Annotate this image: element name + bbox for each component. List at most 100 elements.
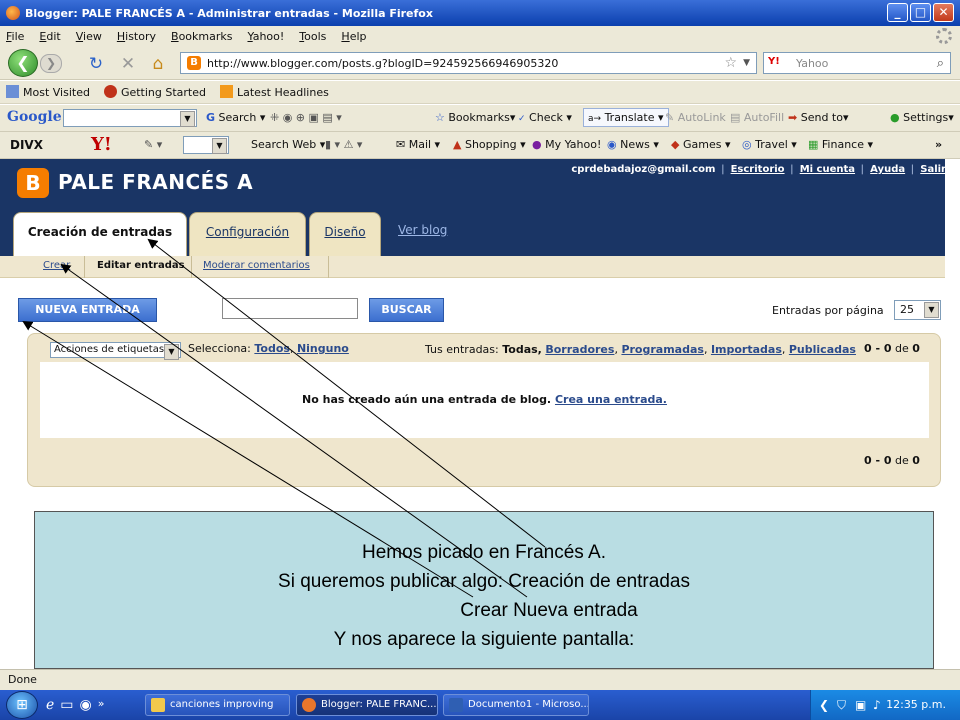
link-escritorio[interactable]: Escritorio bbox=[731, 164, 785, 175]
tray-network-icon[interactable]: ▣ bbox=[855, 698, 866, 712]
filter-publicadas[interactable]: Publicadas bbox=[789, 343, 856, 356]
forward-button[interactable]: ❯ bbox=[40, 54, 62, 73]
minimize-button[interactable]: _ bbox=[887, 3, 908, 22]
search-provider-icon[interactable]: Y! bbox=[768, 56, 792, 70]
url-text: http://www.blogger.com/posts.g?blogID=92… bbox=[207, 56, 559, 70]
google-autofill-button[interactable]: ▤ AutoFill bbox=[730, 111, 784, 124]
bookmark-most-visited[interactable]: Most Visited bbox=[6, 85, 90, 99]
stop-icon[interactable]: ✕ bbox=[118, 54, 138, 74]
subnav-editar-entradas[interactable]: Editar entradas bbox=[97, 260, 185, 271]
divx-logo: DIVX bbox=[10, 138, 43, 152]
filter-borradores[interactable]: Borradores bbox=[545, 343, 614, 356]
google-search-input[interactable]: ▼ bbox=[63, 109, 197, 127]
toolbar-overflow-icon[interactable]: » bbox=[935, 138, 942, 151]
tab-diseno[interactable]: Diseño bbox=[309, 212, 381, 256]
subnav-crear[interactable]: Crear bbox=[43, 260, 70, 271]
note-line-1: Hemos picado en Francés A. bbox=[362, 542, 606, 563]
ver-blog-link[interactable]: Ver blog bbox=[398, 223, 447, 237]
back-button[interactable]: ❮ bbox=[8, 49, 38, 77]
tab-creacion-entradas[interactable]: Creación de entradas bbox=[13, 212, 187, 258]
note-line-4: Y nos aparece la siguiente pantalla: bbox=[333, 629, 635, 650]
bookmarks-toolbar: Most Visited Getting Started Latest Head… bbox=[0, 81, 960, 104]
most-visited-icon bbox=[6, 85, 19, 98]
sub-navigation: Crear Editar entradas Moderar comentario… bbox=[0, 256, 945, 278]
start-button[interactable]: ⊞ bbox=[6, 691, 38, 719]
menu-view[interactable]: View bbox=[76, 30, 102, 43]
tray-shield-icon[interactable]: ⛉ bbox=[837, 698, 846, 713]
select-ninguno-link[interactable]: Ninguno bbox=[297, 342, 349, 355]
post-count-top: 0 - 0 de 0 bbox=[864, 342, 920, 355]
home-icon[interactable]: ⌂ bbox=[148, 54, 168, 74]
taskbar-item-documento1[interactable]: Documento1 - Microso... bbox=[443, 694, 589, 716]
filter-programadas[interactable]: Programadas bbox=[621, 343, 704, 356]
tray-expand-icon[interactable]: ❮ bbox=[819, 698, 829, 712]
menu-file[interactable]: File bbox=[6, 30, 24, 43]
google-sendto-button[interactable]: ➡ Send to▾ bbox=[788, 111, 849, 124]
nueva-entrada-button[interactable]: NUEVA ENTRADA bbox=[18, 298, 157, 322]
menu-yahoo[interactable]: Yahoo! bbox=[247, 30, 284, 43]
link-ayuda[interactable]: Ayuda bbox=[870, 164, 905, 175]
ie-icon[interactable]: ℯ bbox=[46, 697, 54, 713]
url-dropdown-icon[interactable]: ▼ bbox=[743, 58, 750, 68]
clock[interactable]: 12:35 p.m. bbox=[886, 698, 946, 711]
yahoo-logo[interactable]: Y! bbox=[91, 134, 112, 155]
google-settings-button[interactable]: ● Settings▾ bbox=[890, 111, 954, 124]
link-salir[interactable]: Salir bbox=[920, 164, 946, 175]
google-bookmarks-button[interactable]: ☆ Bookmarks▾ bbox=[435, 111, 515, 124]
empty-posts-message: No has creado aún una entrada de blog. C… bbox=[40, 362, 929, 438]
firefox-quick-icon[interactable]: ◉ bbox=[80, 697, 92, 713]
yahoo-myyahoo-button[interactable]: ● My Yahoo! bbox=[532, 138, 601, 151]
yahoo-news-button[interactable]: ◉ News ▾ bbox=[607, 138, 659, 151]
google-check-button[interactable]: ✓ Check ▾ bbox=[518, 111, 572, 124]
google-toolbar: Google ▼ G Search ▾ ⁜ ◉ ⊕ ▣ ▤ ▾ ☆ Bookma… bbox=[0, 105, 960, 132]
tab-configuracion[interactable]: Configuración bbox=[189, 212, 306, 256]
chevron-down-icon: ▼ bbox=[924, 302, 939, 318]
bookmark-getting-started[interactable]: Getting Started bbox=[103, 85, 206, 99]
menu-help[interactable]: Help bbox=[341, 30, 366, 43]
yahoo-searchweb-button[interactable]: Search Web ▾ bbox=[251, 138, 325, 151]
folder-icon bbox=[151, 698, 165, 712]
per-page-select[interactable]: 25 ▼ bbox=[894, 300, 941, 320]
google-search-button[interactable]: G Search ▾ bbox=[206, 111, 265, 124]
maximize-button[interactable]: □ bbox=[910, 3, 931, 22]
google-autolink-button[interactable]: ✎ AutoLink bbox=[665, 111, 726, 124]
toolbar-icons-group[interactable]: ⁜ ◉ ⊕ ▣ ▤ ▾ bbox=[270, 111, 342, 124]
yahoo-search-input[interactable]: ▼ bbox=[183, 136, 229, 154]
chevron-down-icon: ▼ bbox=[164, 344, 179, 360]
taskbar-item-blogger[interactable]: Blogger: PALE FRANC... bbox=[296, 694, 438, 716]
google-translate-button[interactable]: a→ Translate ▾ bbox=[583, 108, 669, 127]
tray-volume-icon[interactable]: ♪ bbox=[873, 698, 881, 712]
select-todos-link[interactable]: Todos bbox=[254, 342, 290, 355]
taskbar-item-canciones[interactable]: canciones improving bbox=[145, 694, 290, 716]
menu-tools[interactable]: Tools bbox=[299, 30, 326, 43]
menu-history[interactable]: History bbox=[117, 30, 156, 43]
link-mi-cuenta[interactable]: Mi cuenta bbox=[800, 164, 855, 175]
search-magnifier-icon[interactable]: ⌕ bbox=[937, 56, 944, 71]
bookmark-latest-headlines[interactable]: Latest Headlines bbox=[220, 85, 329, 99]
yahoo-travel-button[interactable]: ◎ Travel ▾ bbox=[742, 138, 797, 151]
label-actions-select[interactable]: Acciones de etiquetas... ▼ bbox=[50, 342, 181, 360]
desktop-icon[interactable]: ▭ bbox=[60, 697, 73, 713]
quicklaunch-overflow-icon[interactable]: » bbox=[98, 697, 105, 713]
reload-icon[interactable]: ↻ bbox=[86, 54, 106, 74]
close-button[interactable]: ✕ bbox=[933, 3, 954, 22]
pencil-icon[interactable]: ✎ ▾ bbox=[144, 138, 162, 151]
search-box[interactable]: Y! Yahoo ⌕ bbox=[763, 52, 951, 74]
yahoo-tools-icons[interactable]: ▮ ▾ ⚠ ▾ bbox=[325, 138, 362, 151]
crea-una-entrada-link[interactable]: Crea una entrada. bbox=[555, 393, 667, 406]
url-bar[interactable]: B http://www.blogger.com/posts.g?blogID=… bbox=[180, 52, 757, 74]
yahoo-shopping-button[interactable]: ▲ Shopping ▾ bbox=[453, 138, 526, 151]
yahoo-games-button[interactable]: ◆ Games ▾ bbox=[671, 138, 730, 151]
posts-search-input[interactable] bbox=[222, 298, 358, 319]
note-line-2: Si queremos publicar algo: Creación de e… bbox=[278, 571, 690, 592]
blogger-logo-icon[interactable]: B bbox=[17, 168, 49, 198]
subnav-moderar-comentarios[interactable]: Moderar comentarios bbox=[203, 260, 310, 271]
account-links: cprdebadajoz@gmail.com | Escritorio | Mi c… bbox=[571, 164, 946, 175]
bookmark-star-icon[interactable]: ☆ bbox=[725, 55, 738, 71]
menu-bookmarks[interactable]: Bookmarks bbox=[171, 30, 232, 43]
menu-edit[interactable]: Edit bbox=[39, 30, 60, 43]
yahoo-mail-button[interactable]: ✉ Mail ▾ bbox=[396, 138, 440, 151]
filter-importadas[interactable]: Importadas bbox=[711, 343, 782, 356]
buscar-button[interactable]: BUSCAR bbox=[369, 298, 444, 322]
yahoo-finance-button[interactable]: ▦ Finance ▾ bbox=[808, 138, 873, 151]
